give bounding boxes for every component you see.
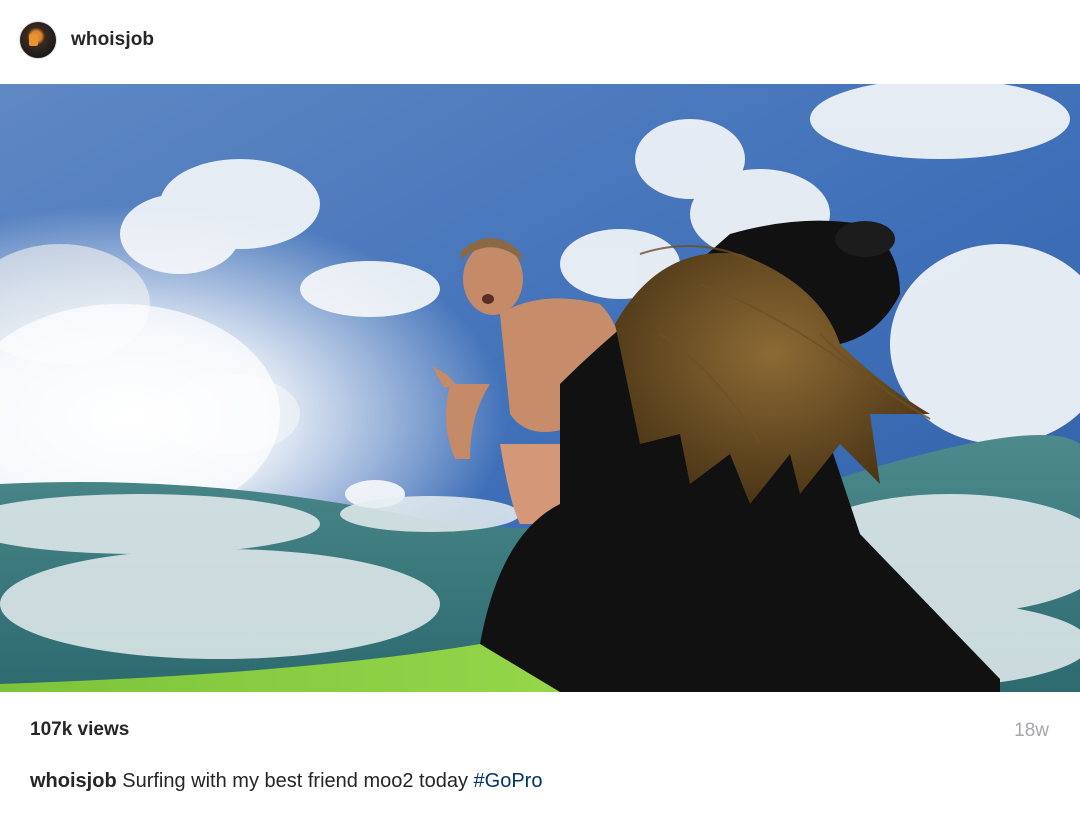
caption-hashtag[interactable]: #GoPro — [474, 770, 543, 792]
post-caption: whoisjob Surfing with my best friend moo… — [30, 770, 542, 793]
post-photo[interactable] — [0, 84, 1080, 692]
view-count: 107k views — [30, 719, 130, 740]
post-age: 18w — [1014, 720, 1049, 741]
header-username[interactable]: whoisjob — [71, 29, 154, 51]
profile-avatar[interactable] — [19, 21, 57, 59]
caption-username[interactable]: whoisjob — [30, 770, 117, 792]
post-header: whoisjob — [0, 0, 1080, 84]
caption-text: Surfing with my best friend moo2 today — [122, 770, 468, 792]
